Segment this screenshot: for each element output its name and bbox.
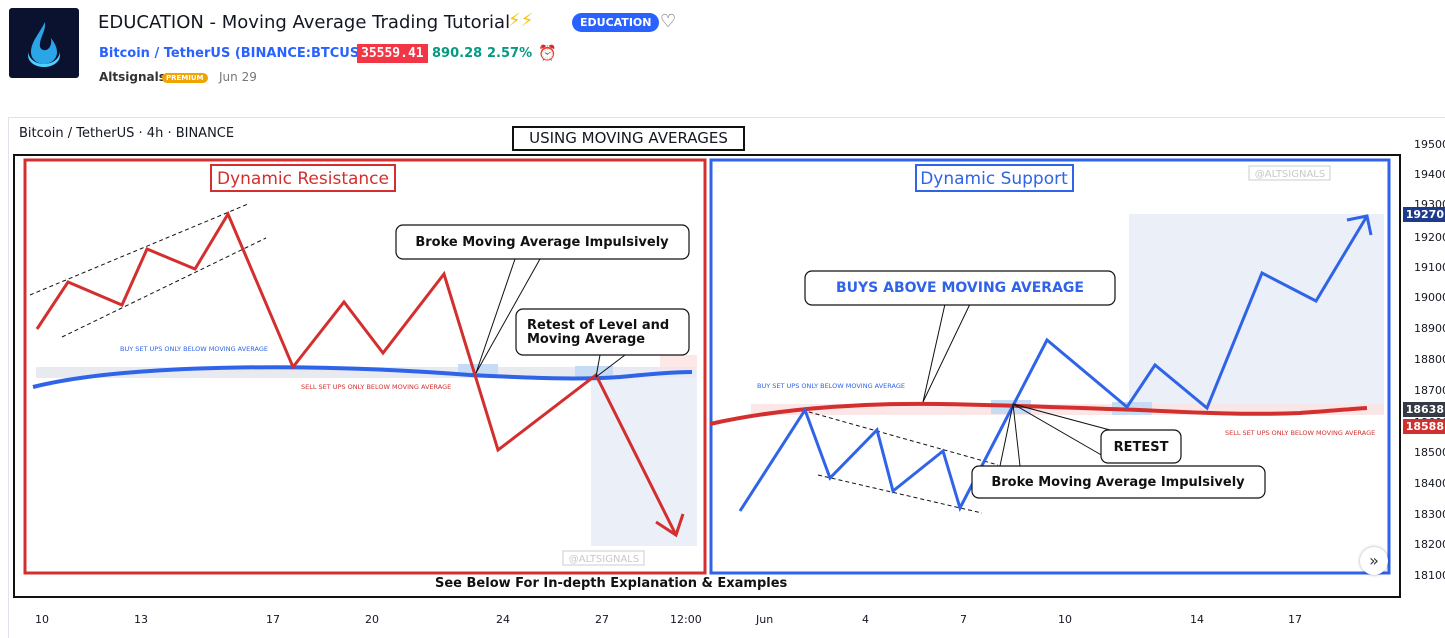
price-tick: 18700 <box>1414 384 1445 397</box>
time-tick: 20 <box>365 613 379 626</box>
time-tick: 24 <box>496 613 510 626</box>
left-target-zone-top <box>660 355 697 369</box>
price-tag-top: 19270 <box>1403 207 1445 222</box>
price-tick: 18100 <box>1414 569 1445 582</box>
left-sell-note: SELL SET UPS ONLY BELOW MOVING AVERAGE <box>301 383 451 391</box>
price-tick: 18400 <box>1414 477 1445 490</box>
channel-right-lower <box>817 474 983 514</box>
price-tick: 18300 <box>1414 508 1445 521</box>
price-tick: 18900 <box>1414 322 1445 335</box>
callout-broke-left-text: Broke Moving Average Impulsively <box>415 235 669 250</box>
price-tag-last: 18588 <box>1403 419 1445 434</box>
price-tick: 19200 <box>1414 231 1445 244</box>
price-tick: 18200 <box>1414 538 1445 551</box>
time-tick: 13 <box>134 613 148 626</box>
channel-lower <box>61 237 267 338</box>
time-tick: 27 <box>595 613 609 626</box>
callout-retest-left-line1: Retest of Level and <box>527 318 669 333</box>
callout-retest-left-line2: Moving Average <box>527 332 645 347</box>
chart-title: USING MOVING AVERAGES <box>512 126 745 151</box>
left-panel-title: Dynamic Resistance <box>217 169 389 189</box>
time-tick: 10 <box>1058 613 1072 626</box>
callout-buys-text: BUYS ABOVE MOVING AVERAGE <box>836 280 1084 296</box>
channel-upper <box>29 203 249 296</box>
price-tick: 19500 <box>1414 138 1445 151</box>
right-buy-note: BUY SET UPS ONLY BELOW MOVING AVERAGE <box>757 382 905 390</box>
footer-note: See Below For In-depth Explanation & Exa… <box>435 576 788 591</box>
time-tick: 4 <box>862 613 869 626</box>
right-watermark: @ALTSIGNALS <box>1255 169 1325 180</box>
price-tick: 19100 <box>1414 261 1445 274</box>
left-buy-note: BUY SET UPS ONLY BELOW MOVING AVERAGE <box>120 345 268 353</box>
time-tick: 12:00 <box>670 613 702 626</box>
time-tick: Jun <box>756 613 774 626</box>
time-tick: 17 <box>1288 613 1302 626</box>
time-axis[interactable]: 10 13 17 20 24 27 12:00 Jun 4 7 10 14 17 <box>13 606 1401 634</box>
right-sell-note: SELL SET UPS ONLY BELOW MOVING AVERAGE <box>1225 429 1375 437</box>
double-chevron-right-icon: » <box>1369 551 1379 570</box>
price-tick: 19400 <box>1414 168 1445 181</box>
channel-right-upper <box>801 409 999 466</box>
time-tick: 7 <box>960 613 967 626</box>
price-axis[interactable]: 19500 19400 19300 19200 19100 19000 1890… <box>1401 135 1445 600</box>
left-watermark: @ALTSIGNALS <box>569 554 639 565</box>
chart-drawings[interactable]: Dynamic Resistance Broke Moving Average … <box>0 0 1445 638</box>
time-tick: 17 <box>266 613 280 626</box>
price-tick: 19000 <box>1414 291 1445 304</box>
callout-broke-right-text: Broke Moving Average Impulsively <box>991 475 1245 490</box>
right-target-zone <box>1129 214 1384 414</box>
price-tag-ma: 18638 <box>1403 402 1445 417</box>
time-tick: 14 <box>1190 613 1204 626</box>
price-tick: 18500 <box>1414 446 1445 459</box>
price-tick: 18800 <box>1414 353 1445 366</box>
time-tick: 10 <box>35 613 49 626</box>
scroll-to-realtime-button[interactable]: » <box>1360 547 1388 575</box>
right-panel-title: Dynamic Support <box>920 169 1068 189</box>
callout-retest-right-text: RETEST <box>1114 440 1169 455</box>
